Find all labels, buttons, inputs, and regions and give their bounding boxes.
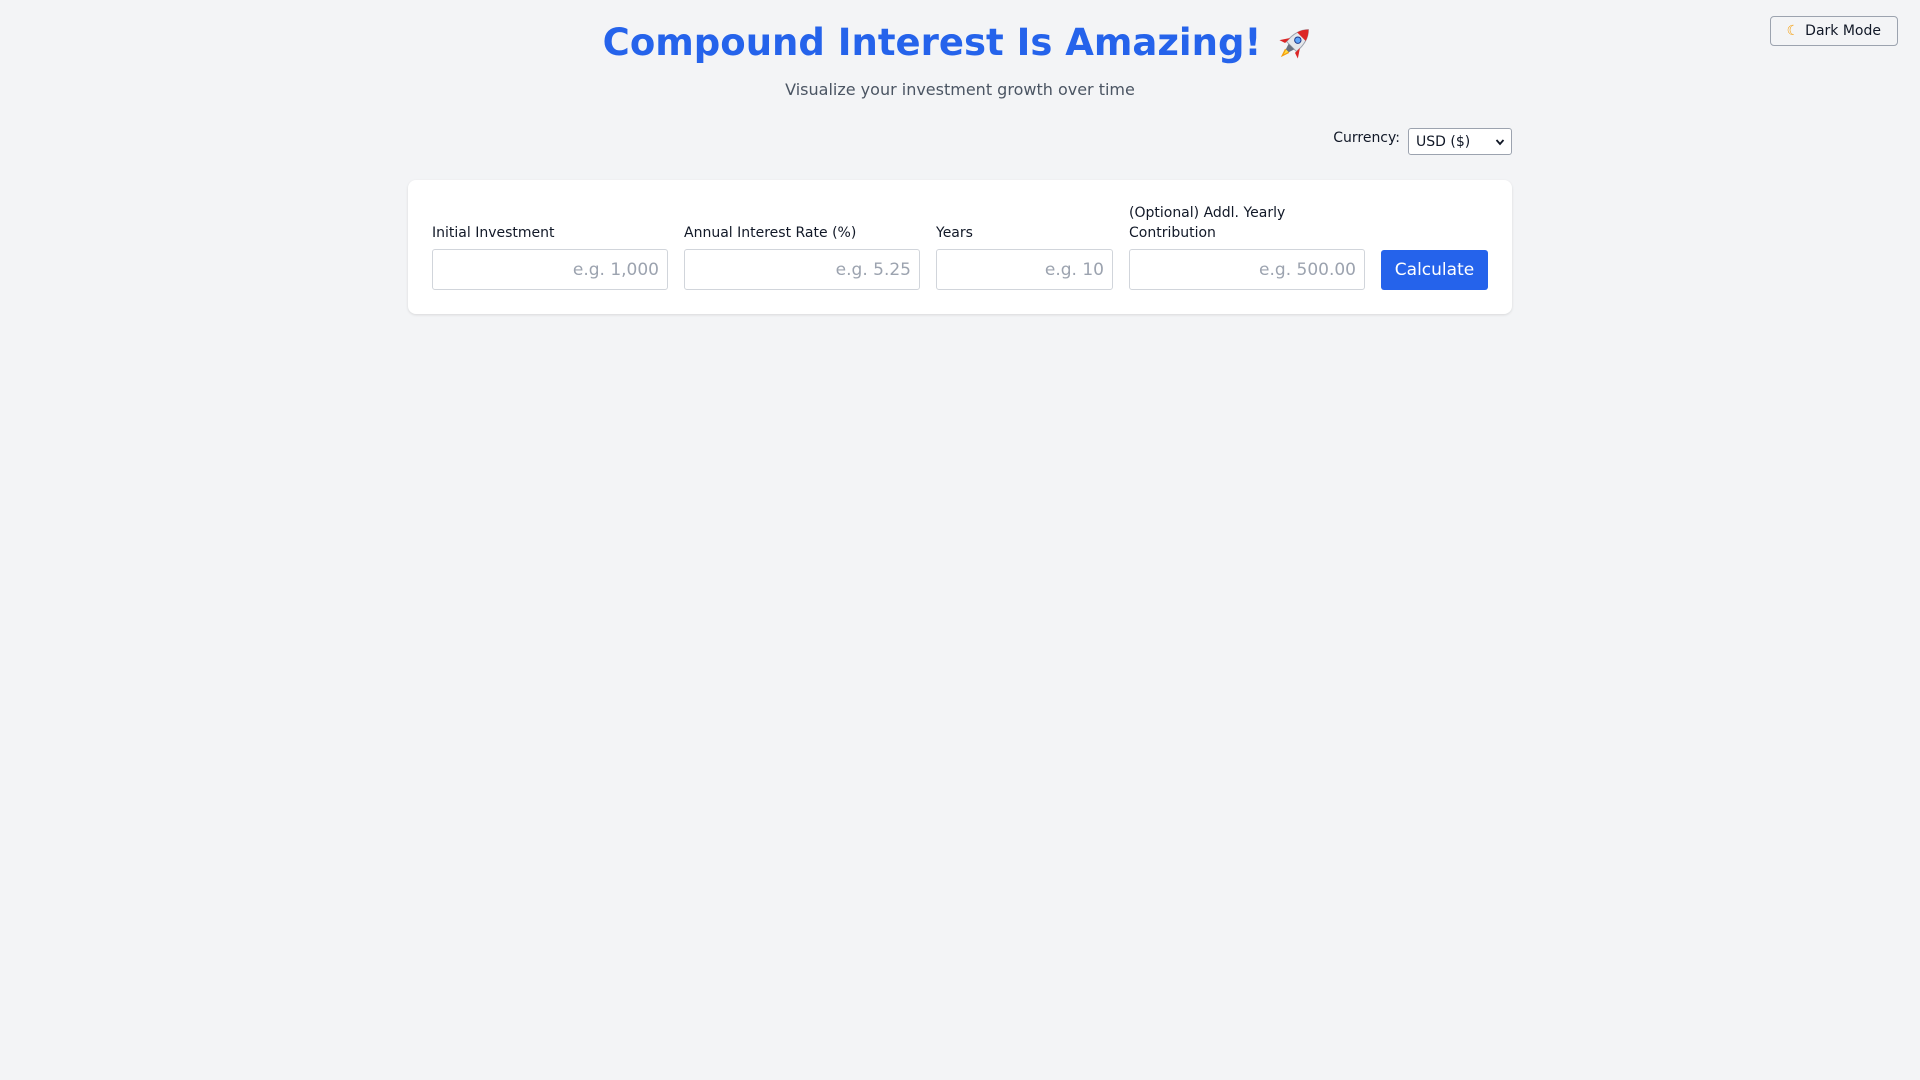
currency-selector: Currency: USD ($) <box>1333 128 1512 155</box>
years-label: Years <box>936 225 973 241</box>
currency-label: Currency: <box>1333 130 1400 146</box>
header: Compound Interest Is Amazing! Visualize … <box>0 20 1920 99</box>
initial-investment-input[interactable] <box>432 249 668 290</box>
years-field: Years <box>936 223 1113 290</box>
interest-rate-field: Annual Interest Rate (%) <box>684 223 920 290</box>
chevron-down-icon <box>1495 138 1505 145</box>
page-title-text: Compound Interest Is Amazing! <box>602 21 1262 64</box>
page-subtitle: Visualize your investment growth over ti… <box>785 80 1135 99</box>
interest-rate-label: Annual Interest Rate (%) <box>684 225 857 241</box>
page: ☾ Dark Mode Compound Interest Is Amazing… <box>0 0 1920 1080</box>
calculator-form-card: Initial Investment Annual Interest Rate … <box>408 180 1512 314</box>
currency-selected-value: USD ($) <box>1416 133 1471 150</box>
initial-investment-field: Initial Investment <box>432 223 668 290</box>
contribution-label: (Optional) Addl. Yearly Contribution <box>1129 205 1286 241</box>
rocket-icon <box>1279 29 1310 59</box>
contribution-input[interactable] <box>1129 249 1365 290</box>
page-title: Compound Interest Is Amazing! <box>603 20 1318 66</box>
interest-rate-input[interactable] <box>684 249 920 290</box>
calculate-button[interactable]: Calculate <box>1381 250 1488 290</box>
initial-investment-label: Initial Investment <box>432 225 555 241</box>
currency-select[interactable]: USD ($) <box>1408 128 1512 155</box>
contribution-field: (Optional) Addl. Yearly Contribution <box>1129 203 1365 290</box>
years-input[interactable] <box>936 249 1113 290</box>
